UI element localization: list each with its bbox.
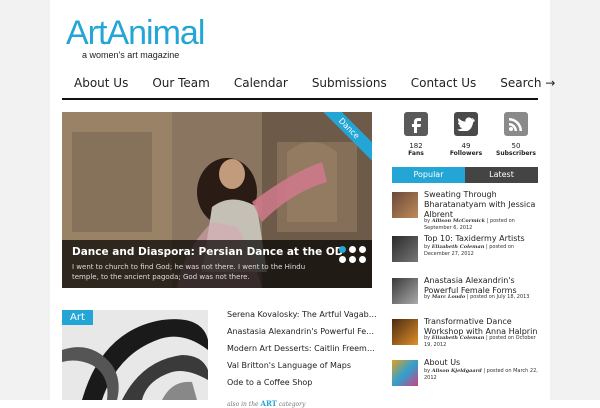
page-margin-right [550,0,600,400]
sidebar-tabs: Popular Latest [392,167,538,183]
nav-divider [62,98,538,100]
twitter-count: 49 [461,142,471,150]
art-article-link[interactable]: Anastasia Alexandrin's Powerful Female F… [227,327,377,344]
art-article-link[interactable]: Modern Art Desserts: Caitlin Freeman's C… [227,344,377,361]
slider-dot[interactable] [359,246,366,253]
art-article-list: Serena Kovalosky: The Artful Vagabond An… [227,310,377,408]
post-meta: by Marc Loudo | posted on July 18, 2013 [424,294,540,301]
post-meta: by Alison Kjeldgaard | posted on March 2… [424,368,540,382]
nav-our-team[interactable]: Our Team [140,74,222,92]
post-author[interactable]: Marc Loudo [432,294,466,300]
featured-caption: Dance and Diaspora: Persian Dance at the… [62,240,372,288]
post-thumbnail[interactable] [392,236,418,262]
post-by: by [424,294,431,300]
facebook-icon[interactable] [404,112,428,136]
also-suffix: category [278,401,306,408]
logo-text: ArtAnimal [66,14,205,52]
art-article-link[interactable]: Val Britton's Language of Maps [227,361,377,378]
site-logo[interactable]: ArtAnimal a women's art magazine [66,14,205,60]
post-meta: by Elizabeth Coleman | posted on Decembe… [424,244,540,258]
post-by: by [424,368,431,374]
social-counters: 182 Fans 49 Followers 50 Subscribers [394,112,538,157]
featured-excerpt: I went to church to find God; he was not… [72,263,306,281]
tab-popular[interactable]: Popular [392,167,465,183]
post-meta: by Allison McCormick | posted on Septemb… [424,218,540,232]
rss-label: Subscribers [496,150,536,157]
also-prefix: also in the [227,401,259,408]
post-title[interactable]: Transformative Dance Workshop with Anna … [424,317,540,337]
nav-search[interactable]: Search → [488,74,567,92]
twitter-icon[interactable] [454,112,478,136]
page-container: ArtAnimal a women's art magazine About U… [50,0,555,408]
post-author[interactable]: Allison McCormick [432,218,485,224]
nav-contact-us[interactable]: Contact Us [399,74,489,92]
page-margin-left [0,0,50,400]
facebook-counter[interactable]: 182 Fans [394,112,438,157]
featured-slider[interactable]: Dance Dance and Diaspora: Persian Dance … [62,112,372,288]
twitter-label: Followers [449,150,483,157]
post-thumbnail[interactable] [392,192,418,218]
facebook-label: Fans [408,150,424,157]
post-author[interactable]: Elizabeth Coleman [432,244,485,250]
also-category-link[interactable]: ART [261,399,277,408]
nav-about-us[interactable]: About Us [62,74,140,92]
post-date: | posted on July 18, 2013 [465,294,530,300]
slider-dot[interactable] [349,246,356,253]
post-title[interactable]: About Us [424,358,540,368]
post-thumbnail[interactable] [392,319,418,345]
art-article-link[interactable]: Ode to a Coffee Shop [227,378,377,395]
art-article-link[interactable]: Serena Kovalosky: The Artful Vagabond [227,310,377,327]
post-title[interactable]: Anastasia Alexandrin's Powerful Female F… [424,276,540,296]
post-author[interactable]: Alison Kjeldgaard [432,368,482,374]
slider-dot[interactable] [349,256,356,263]
main-nav: About Us Our Team Calendar Submissions C… [62,74,567,92]
post-by: by [424,335,431,341]
post-by: by [424,218,431,224]
slider-dot[interactable] [339,256,346,263]
rss-counter[interactable]: 50 Subscribers [494,112,538,157]
facebook-count: 182 [409,142,423,150]
twitter-counter[interactable]: 49 Followers [444,112,488,157]
post-thumbnail[interactable] [392,278,418,304]
rss-icon[interactable] [504,112,528,136]
post-thumbnail[interactable] [392,360,418,386]
slider-pagination [339,246,366,263]
also-in-category: also in the ART category [227,399,377,408]
slider-dot[interactable] [339,246,346,253]
rss-count: 50 [511,142,521,150]
slider-dot[interactable] [359,256,366,263]
tab-latest[interactable]: Latest [465,167,538,183]
art-category-badge[interactable]: Art [62,310,93,325]
post-meta: by Elizabeth Coleman | posted on October… [424,335,540,349]
post-author[interactable]: Elizabeth Coleman [432,335,485,341]
post-title[interactable]: Top 10: Taxidermy Artists [424,234,540,244]
nav-submissions[interactable]: Submissions [300,74,399,92]
post-by: by [424,244,431,250]
nav-calendar[interactable]: Calendar [222,74,300,92]
featured-title[interactable]: Dance and Diaspora: Persian Dance at the… [72,246,342,258]
post-title[interactable]: Sweating Through Bharatanatyam with Jess… [424,190,540,220]
